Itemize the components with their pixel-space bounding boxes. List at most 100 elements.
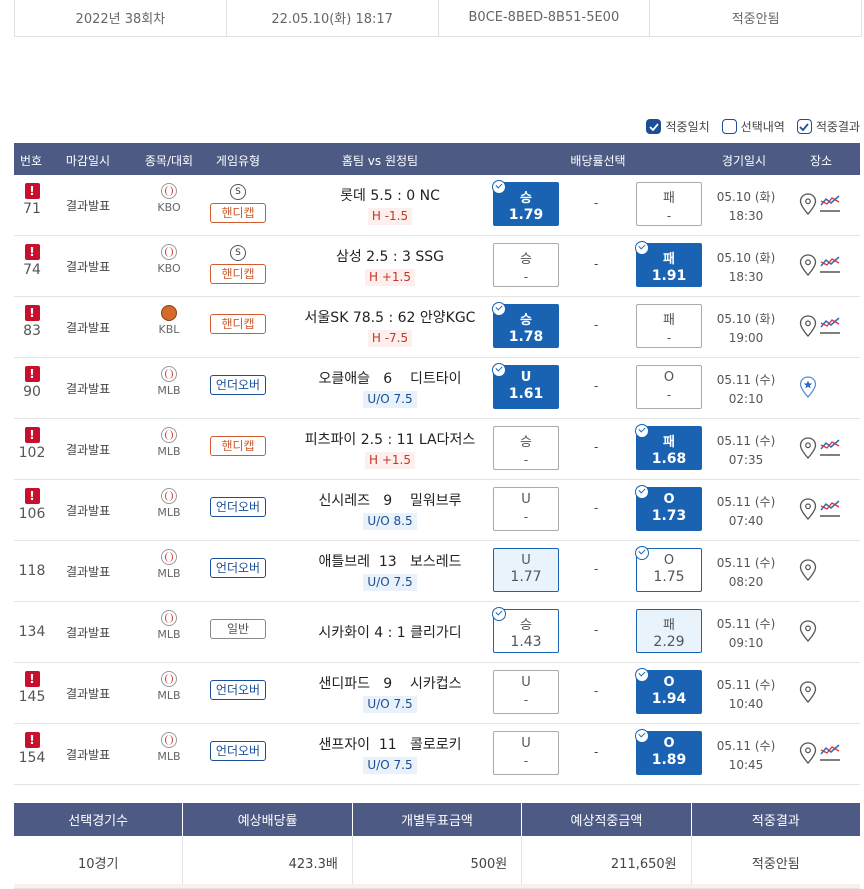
game-datetime: 05.11 (수) 08:20	[714, 554, 778, 592]
matchup: 시카화이 4 : 1 클리가디	[276, 622, 504, 642]
game-time: 09:10	[728, 636, 764, 650]
teams-score: 애틀브레 13 보스레드	[318, 554, 462, 570]
league-label: MLB	[157, 445, 181, 458]
odds-right-button[interactable]: 패 -	[636, 182, 702, 226]
odds-left-button[interactable]: 승 1.79	[492, 180, 559, 226]
game-number-value: 118	[18, 563, 46, 579]
odds-left-value: -	[523, 693, 529, 707]
game-datetime: 05.11 (수) 07:40	[714, 493, 778, 531]
stats-chart-icon[interactable]	[819, 315, 841, 340]
stats-chart-icon[interactable]	[819, 498, 841, 523]
special-badge: S	[230, 184, 246, 200]
odds-right-button[interactable]: O 1.75	[635, 546, 702, 592]
game-number: ! 90	[16, 366, 48, 400]
sport-league: MLB	[154, 610, 184, 641]
odds-right-button[interactable]: O 1.89	[635, 729, 702, 775]
map-pin-icon[interactable]	[799, 681, 817, 706]
deadline-status: 결과발표	[66, 748, 111, 762]
odds-right-value: 1.89	[651, 752, 687, 768]
odds-left-button[interactable]: 승 1.78	[492, 302, 559, 348]
odds-left-button[interactable]: 승 -	[493, 243, 559, 287]
league-label: MLB	[157, 384, 181, 397]
map-pin-icon[interactable]	[799, 620, 817, 645]
table-row: ! 90 결과발표 MLB 언더오버 오클애슬 6 디트타이 U/O 7.5 U…	[14, 358, 860, 419]
col-sport: 종목/대회	[144, 154, 194, 168]
game-type-tag: 언더오버	[210, 680, 266, 700]
basketball-icon	[161, 305, 177, 321]
place-links	[799, 437, 841, 462]
game-number-value: 71	[23, 201, 41, 217]
draw-odds: -	[594, 745, 599, 759]
map-pin-icon[interactable]	[799, 437, 817, 462]
sport-league: KBO	[154, 183, 184, 214]
ticket-result: 적중안됨	[731, 12, 780, 27]
odds-right-button[interactable]: 패 1.68	[635, 424, 702, 470]
baseball-icon	[161, 488, 177, 504]
map-pin-icon[interactable]	[799, 193, 817, 218]
warning-icon: !	[24, 183, 40, 199]
legend-result[interactable]: 적중결과	[796, 118, 860, 135]
checkbox-empty-icon[interactable]	[721, 119, 737, 134]
odds-left-button[interactable]: U -	[493, 731, 559, 775]
game-datetime: 05.11 (수) 02:10	[714, 371, 778, 409]
odds-right-button[interactable]: 패 1.91	[635, 241, 702, 287]
odds-right-button[interactable]: O 1.73	[635, 485, 702, 531]
deadline-status: 결과발표	[66, 687, 111, 701]
odds-left-value: -	[523, 270, 529, 284]
draw-odds: -	[594, 440, 599, 454]
stadium-star-pin-icon[interactable]	[799, 376, 817, 401]
teams-score: 서울SK 78.5 : 62 안양KGC	[304, 310, 476, 326]
map-pin-icon[interactable]	[799, 254, 817, 279]
odds-left-button[interactable]: U 1.77	[493, 548, 559, 592]
odds-left-button[interactable]: 승 -	[493, 426, 559, 470]
odds-right-button[interactable]: O -	[636, 365, 702, 409]
summary-header: 선택경기수 예상배당률 개별투표금액 예상적중금액 적중결과	[14, 803, 860, 836]
stats-chart-icon[interactable]	[819, 742, 841, 767]
legend-match[interactable]: 적중일치	[646, 118, 710, 135]
deadline-status: 결과발표	[66, 626, 111, 640]
checkbox-filled-icon[interactable]	[646, 119, 662, 134]
odds-left-button[interactable]: U -	[493, 670, 559, 714]
odds-left-outcome: 승	[520, 435, 532, 450]
col-gametype: 게임유형	[215, 154, 261, 168]
games-table: 번호 마감일시 종목/대회 게임유형 홈팀 vs 원정팀 배당률선택 경기일시 …	[14, 143, 860, 785]
odds-right-outcome: 패	[663, 618, 675, 633]
odds-right-value: 1.73	[651, 508, 687, 524]
stats-chart-icon[interactable]	[819, 254, 841, 279]
sport-league: MLB	[154, 366, 184, 397]
odds-left-value: 1.78	[508, 329, 544, 345]
game-number: ! 102	[16, 427, 48, 461]
game-date: 05.11 (수)	[716, 434, 776, 448]
map-pin-icon[interactable]	[799, 498, 817, 523]
stats-chart-icon[interactable]	[819, 193, 841, 218]
col-odds: 배당률선택	[570, 154, 626, 168]
legend-selected[interactable]: 선택내역	[721, 118, 785, 135]
stats-chart-icon[interactable]	[819, 437, 841, 462]
checkbox-outline-check-icon[interactable]	[796, 119, 812, 134]
summary-col-result: 적중결과	[751, 814, 800, 829]
game-number: ! 71	[16, 183, 48, 217]
odds-left-button[interactable]: 승 1.43	[492, 607, 559, 653]
odds-right-button[interactable]: O 1.94	[635, 668, 702, 714]
place-links	[799, 681, 817, 706]
map-pin-icon[interactable]	[799, 315, 817, 340]
hit-check-icon	[635, 546, 649, 560]
game-date: 05.11 (수)	[716, 373, 776, 387]
odds-left-button[interactable]: U -	[493, 487, 559, 531]
deadline-status: 결과발표	[66, 260, 111, 274]
teams-score: 롯데 5.5 : 0 NC	[340, 188, 440, 204]
game-number: ! 145	[16, 671, 48, 705]
game-number: 134	[16, 624, 48, 640]
odds-left-outcome: U	[521, 553, 531, 568]
odds-right-button[interactable]: 패 2.29	[636, 609, 702, 653]
game-date: 05.11 (수)	[716, 617, 776, 631]
map-pin-icon[interactable]	[799, 742, 817, 767]
baseball-icon	[161, 366, 177, 382]
legend-selected-label: 선택내역	[740, 120, 785, 134]
draw-odds: -	[594, 318, 599, 332]
col-teams: 홈팀 vs 원정팀	[341, 154, 419, 168]
special-badge: S	[230, 245, 246, 261]
odds-left-button[interactable]: U 1.61	[492, 363, 559, 409]
odds-right-button[interactable]: 패 -	[636, 304, 702, 348]
map-pin-icon[interactable]	[799, 559, 817, 584]
